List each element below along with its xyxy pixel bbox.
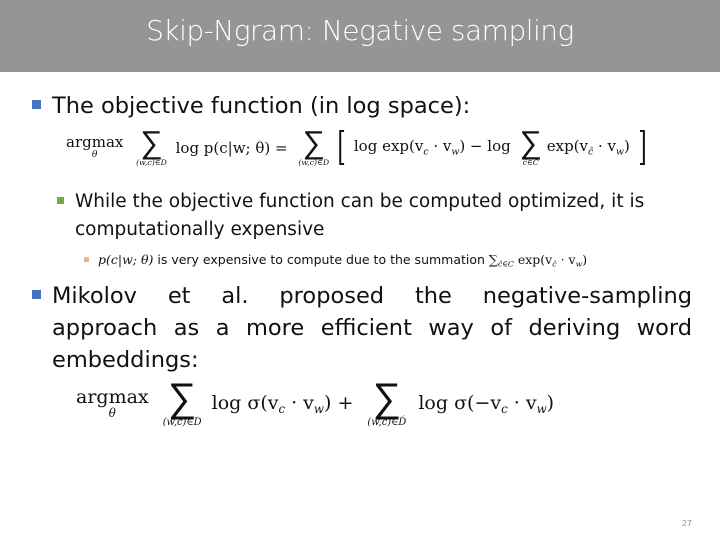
summation-symbol: ∑ (w,c)∈D́ bbox=[367, 375, 407, 428]
summation-symbol: ∑ (w,c)∈D bbox=[136, 124, 167, 167]
bullet-objective-function: The objective function (in log space): bbox=[52, 93, 471, 119]
bullet-marker-level3 bbox=[84, 257, 89, 262]
summation-symbol: ∑ (w,c)∈D bbox=[162, 375, 202, 428]
page-number: 27 bbox=[681, 519, 692, 528]
sub-bullet-computational-cost: While the objective function can be comp… bbox=[75, 191, 645, 240]
summation-symbol: ∑ (w,c)∈D bbox=[298, 124, 330, 167]
formula-objective: argmax θ ∑ (w,c)∈D log p(c|w; θ) = ∑ (w,… bbox=[66, 124, 647, 170]
bullet-marker-level2 bbox=[57, 197, 64, 204]
title-bar: Skip-Ngram: Negative sampling bbox=[0, 0, 720, 72]
sub-sub-bullet-summation-cost: p(c|w; θ) is very expensive to compute d… bbox=[98, 252, 588, 269]
right-bracket: ] bbox=[638, 125, 647, 170]
summation-symbol: ∑ ĉ∈C bbox=[519, 124, 542, 167]
argmax-operator: argmax θ bbox=[66, 132, 124, 160]
formula-negative-sampling: argmax θ ∑ (w,c)∈D log σ(vc · vw) + ∑ (w… bbox=[76, 375, 555, 428]
bullet-mikolov-negative-sampling: Mikolov et al. proposed the negative-sam… bbox=[52, 283, 692, 373]
bullet-marker-level1 bbox=[32, 290, 41, 299]
argmax-operator: argmax θ bbox=[76, 385, 149, 420]
left-bracket: [ bbox=[337, 125, 346, 170]
slide-title: Skip-Ngram: Negative sampling bbox=[146, 14, 574, 47]
bullet-marker-level1 bbox=[32, 100, 41, 109]
